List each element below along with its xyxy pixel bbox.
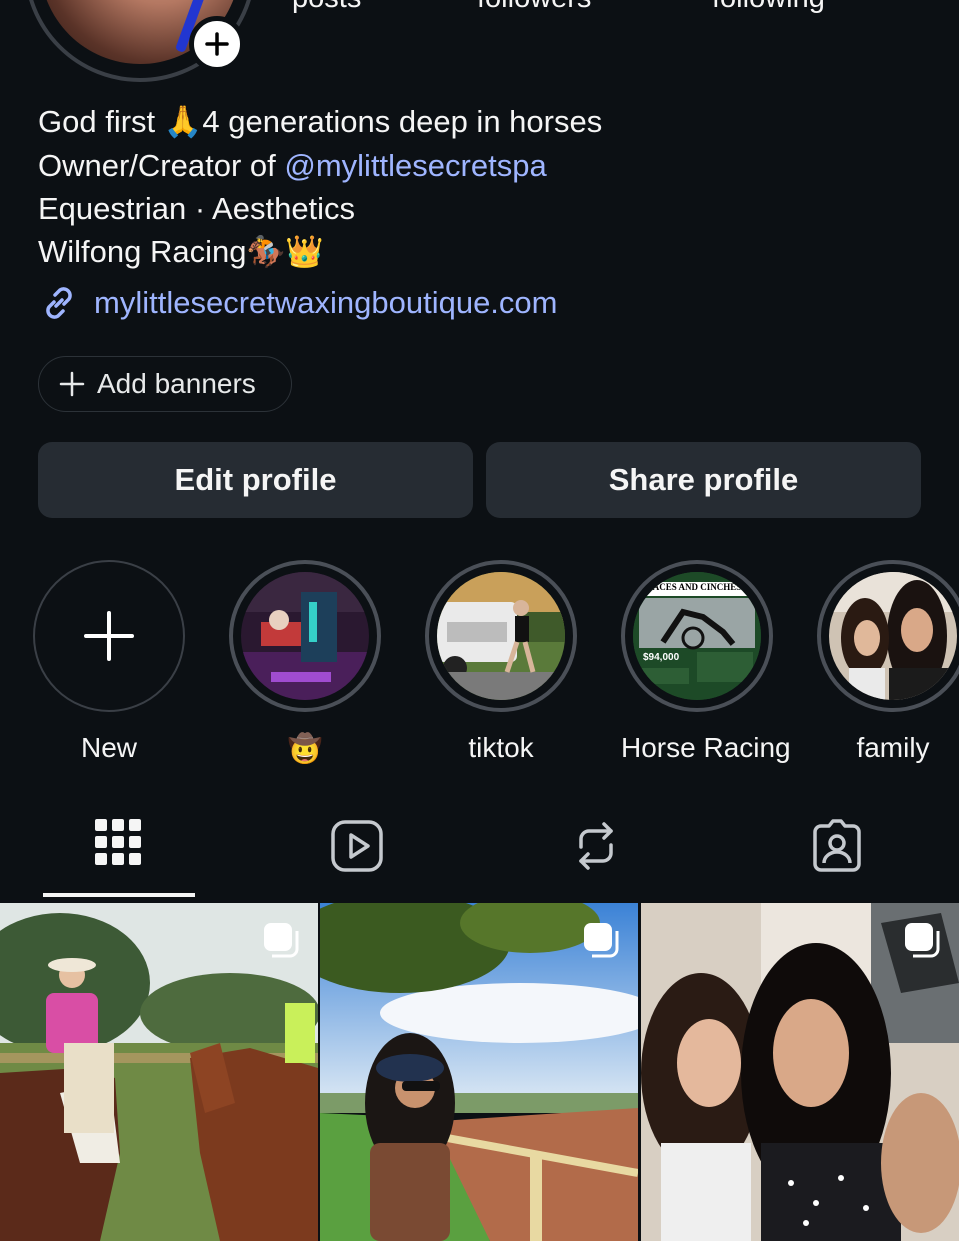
tab-tagged[interactable] xyxy=(807,816,867,876)
highlight-ring xyxy=(229,560,381,712)
profile-link[interactable]: mylittlesecretwaxingboutique.com xyxy=(38,282,558,324)
highlight-horse-racing[interactable]: ACES AND CINCHES $94,000 Horse Racing xyxy=(621,560,791,764)
highlight-ring xyxy=(817,560,959,712)
post-thumbnail[interactable] xyxy=(0,903,318,1241)
carousel-icon xyxy=(584,923,619,958)
post-thumbnail[interactable] xyxy=(320,903,638,1241)
bio-text: 4 generations deep in horses xyxy=(202,104,603,139)
add-banners-button[interactable]: Add banners xyxy=(38,356,292,412)
followers-stat-label[interactable]: followers xyxy=(477,0,712,15)
highlight-tiktok[interactable]: tiktok xyxy=(425,560,577,764)
highlight-label: Horse Racing xyxy=(621,732,791,763)
reels-icon xyxy=(331,820,383,872)
profile-tabs xyxy=(0,800,959,900)
cowboy-emoji: 🤠 xyxy=(287,732,323,765)
edit-profile-label: Edit profile xyxy=(174,462,337,497)
bio-line-1: God first 🙏4 generations deep in horses xyxy=(38,100,602,144)
repost-icon xyxy=(579,822,613,870)
post-thumbnail[interactable] xyxy=(641,903,959,1241)
plus-icon xyxy=(59,371,85,397)
highlight-family[interactable]: family xyxy=(817,560,959,764)
highlight-label: New xyxy=(80,732,137,763)
highlight-ring xyxy=(425,560,577,712)
share-profile-button[interactable]: Share profile xyxy=(486,442,921,518)
bio-text: God first xyxy=(38,104,164,139)
profile-header: posts followers following xyxy=(0,0,959,95)
new-highlight-ring[interactable] xyxy=(33,560,185,712)
plus-icon xyxy=(84,611,134,661)
bio-line-3: Equestrian · Aesthetics xyxy=(38,191,356,226)
bio-line-2: Owner/Creator of @mylittlesecretspa xyxy=(38,144,602,187)
profile-link-url[interactable]: mylittlesecretwaxingboutique.com xyxy=(94,285,558,321)
highlight-cowboy[interactable]: 🤠 xyxy=(229,560,381,765)
edit-profile-button[interactable]: Edit profile xyxy=(38,442,473,518)
highlight-cover-image xyxy=(829,572,957,700)
highlight-label: 🤠 xyxy=(229,732,381,765)
highlight-cover-image xyxy=(241,572,369,700)
add-banners-label: Add banners xyxy=(97,368,256,399)
highlight-ring: ACES AND CINCHES $94,000 xyxy=(621,560,773,712)
following-stat-label[interactable]: following xyxy=(712,0,825,15)
highlight-cover-image: ACES AND CINCHES $94,000 xyxy=(633,572,761,700)
grid-icon xyxy=(95,819,141,865)
story-highlights: New 🤠 tiktok ACES AND CINCHES $94,000 Ho… xyxy=(0,560,959,770)
profile-stats: posts followers following xyxy=(292,0,825,15)
tab-reels[interactable] xyxy=(327,816,387,876)
highlight-label: tiktok xyxy=(468,732,534,763)
tagged-icon xyxy=(813,819,861,872)
thumb-amount: $94,000 xyxy=(643,652,680,663)
plus-icon xyxy=(205,32,229,56)
carousel-icon xyxy=(905,923,940,958)
bio-text: Owner/Creator of xyxy=(38,148,285,183)
posts-grid xyxy=(0,903,959,1241)
link-icon xyxy=(46,287,72,319)
praying-hands-emoji: 🙏 xyxy=(163,104,203,140)
highlight-cover-image xyxy=(437,572,565,700)
bio-mention-link[interactable]: @mylittlesecretspa xyxy=(284,148,546,183)
profile-bio: God first 🙏4 generations deep in horses … xyxy=(38,100,602,274)
horse-crown-emoji: 🏇👑 xyxy=(246,234,324,270)
highlight-new[interactable]: New xyxy=(33,560,185,764)
tab-reposts[interactable] xyxy=(566,816,626,876)
active-tab-indicator xyxy=(43,893,195,897)
bio-line-4: Wilfong Racing🏇👑 xyxy=(38,230,602,274)
posts-stat-label[interactable]: posts xyxy=(292,0,477,15)
bio-text: Wilfong Racing xyxy=(38,234,247,269)
carousel-icon xyxy=(264,923,299,958)
highlight-label: family xyxy=(856,732,930,763)
thumb-headline: ACES AND CINCHES xyxy=(652,582,742,592)
add-story-button[interactable] xyxy=(189,16,245,72)
share-profile-label: Share profile xyxy=(608,462,799,497)
tab-posts[interactable] xyxy=(88,816,148,876)
